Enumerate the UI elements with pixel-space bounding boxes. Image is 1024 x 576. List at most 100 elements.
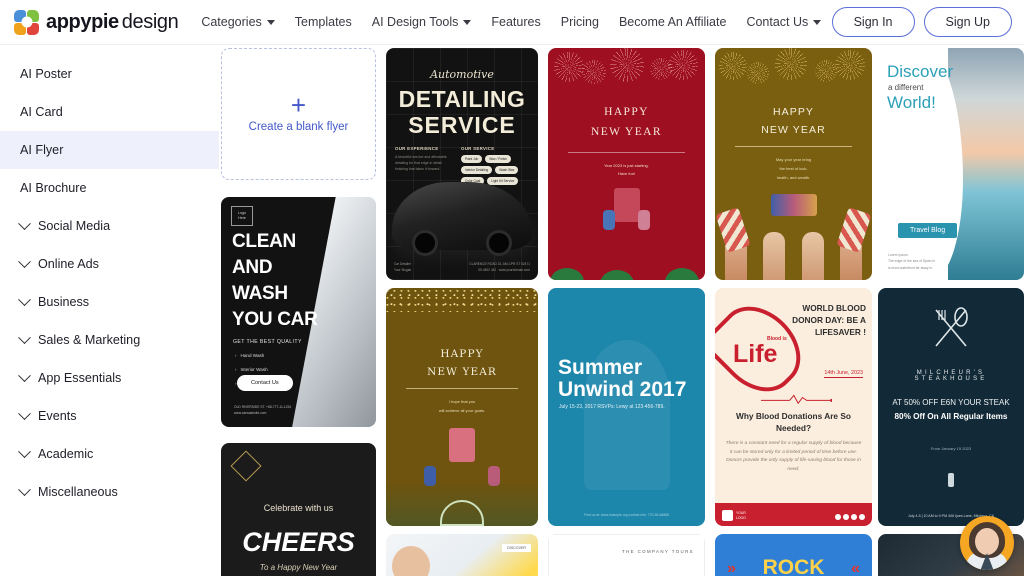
sign-up-button[interactable]: Sign Up [923, 7, 1012, 37]
nyg-body: May your year bring the best of luck, heal… [775, 157, 812, 180]
sidebar-item-label: AI Card [20, 105, 63, 119]
nav-label: Categories [201, 15, 262, 29]
cutlery-icon [935, 307, 968, 347]
automotive-experience-title: OUR EXPERIENCE [395, 146, 439, 151]
hand-illustration [763, 232, 785, 280]
sidebar-item-ai-card[interactable]: AI Card [0, 93, 219, 131]
carwash-line1: CLEAN [232, 231, 296, 252]
template-card-steakhouse[interactable]: MILCHEUR'S STEAKHOUSE AT 50% OFF E6N YOU… [878, 288, 1024, 526]
chevron-down-icon [18, 254, 31, 268]
cheers-headline: CHEERS [242, 527, 355, 557]
template-card-kid[interactable]: DISCOVER [386, 534, 538, 576]
nyg2-line1: HAPPY [440, 348, 484, 360]
brand-product: design [121, 10, 179, 33]
sidebar-item-business[interactable]: Business [0, 283, 219, 321]
sidebar-item-app-essentials[interactable]: App Essentials [0, 359, 219, 397]
nav-item-templates[interactable]: Templates [285, 9, 362, 35]
template-card-rock[interactable]: » ROCK « [715, 534, 872, 576]
sidebar-item-label: Academic [38, 447, 94, 461]
sidebar-item-label: AI Poster [20, 67, 72, 81]
template-card-new-year-gold2[interactable]: HAPPY NEW YEAR I hope that you will achie… [386, 288, 538, 526]
automotive-chip: Interior Detailing [461, 166, 493, 174]
avatar-face [975, 528, 999, 555]
brand-text: appypie design [46, 10, 179, 34]
sidebar-item-label: Miscellaneous [38, 485, 118, 499]
carwash-contact-button: Contact Us [237, 375, 293, 391]
chevron-down-icon [266, 19, 275, 25]
discover-tag: Travel Blog [898, 223, 958, 238]
nav-label: Features [491, 15, 541, 29]
template-card-company-tours[interactable]: THE COMPANY TOURS [548, 534, 705, 576]
sidebar-item-events[interactable]: Events [0, 397, 219, 435]
nav-item-features[interactable]: Features [481, 9, 550, 35]
sidebar-item-label: App Essentials [38, 371, 122, 385]
sidebar-item-academic[interactable]: Academic [0, 435, 219, 473]
hand-illustration [802, 232, 824, 280]
rock-word: ROCK [762, 556, 825, 576]
summer-details: July 15-23, 2017 RSVPs: Lewy at 123-456-… [559, 404, 665, 410]
sidebar-item-ai-flyer[interactable]: AI Flyer [0, 131, 219, 169]
template-card-car-wash[interactable]: Logo Here CLEAN AND WASH YOU CAR GET THE … [221, 197, 376, 427]
nav-item-contact-us[interactable]: Contact Us [736, 9, 831, 35]
heartbeat-icon [761, 394, 833, 404]
chevron-down-icon [813, 19, 822, 25]
category-sidebar: AI Poster AI Card AI Flyer AI Brochure S… [0, 45, 219, 576]
template-card-new-year-red[interactable]: HAPPY NEW YEAR Year 2023 is just startin… [548, 48, 705, 280]
sidebar-item-label: AI Flyer [20, 143, 64, 157]
summer-line2: Unwind 2017 [558, 378, 687, 401]
carwash-subtitle: GET THE BEST QUALITY [233, 339, 302, 345]
nav-label: AI Design Tools [371, 15, 459, 29]
template-card-discover[interactable]: Discover a different World! Travel Blog … [878, 48, 1024, 280]
blood-body: There is a constant need for a regular s… [725, 441, 862, 472]
automotive-chip: Paint Job [461, 155, 483, 163]
chevron-down-icon [18, 216, 31, 230]
carwash-line4: YOU CAR [232, 309, 318, 330]
chevron-down-icon [18, 292, 31, 306]
nav-label: Become An Affiliate [618, 15, 727, 29]
tours-title: THE COMPANY TOURS [621, 549, 694, 554]
template-card-blood-donor[interactable]: Blood is Life WORLD BLOOD DONOR DAY: BE … [715, 288, 872, 526]
carwash-line2: AND [232, 257, 273, 278]
sidebar-item-miscellaneous[interactable]: Miscellaneous [0, 473, 219, 511]
sidebar-item-label: Sales & Marketing [38, 333, 141, 347]
sidebar-item-ai-brochure[interactable]: AI Brochure [0, 169, 219, 207]
blood-heading: WORLD BLOOD DONOR DAY: BE A LIFESAVER ! [792, 303, 866, 338]
template-card-new-year-gold[interactable]: HAPPY NEW YEAR May your year bring the be… [715, 48, 872, 280]
nav-item-categories[interactable]: Categories [191, 9, 284, 35]
steakhouse-name: MILCHEUR'S STEAKHOUSE [914, 370, 988, 382]
automotive-chip: Light Kit Service [487, 177, 519, 185]
sidebar-item-social-media[interactable]: Social Media [0, 207, 219, 245]
template-card-summer[interactable]: Summer Unwind 2017 July 15-23, 2017 RSVP… [548, 288, 705, 526]
nyr-line1: HAPPY [604, 106, 649, 118]
automotive-chip: Wash Wax [495, 166, 519, 174]
sidebar-item-sales-and-marketing[interactable]: Sales & Marketing [0, 321, 219, 359]
blood-brand-logo: YOUR LOGO [722, 510, 746, 521]
nav-item-become-an-affiliate[interactable]: Become An Affiliate [609, 9, 736, 35]
nyg-line1: HAPPY [772, 106, 815, 118]
automotive-experience-body: A beautiful service and affordable detai… [395, 155, 447, 171]
leaf-illustration [550, 268, 584, 280]
support-avatar-button[interactable] [960, 516, 1014, 570]
sidebar-item-ai-poster[interactable]: AI Poster [0, 55, 219, 93]
sidebar-item-label: Social Media [38, 219, 111, 233]
steakhouse-date: From January 15 2023 [930, 446, 972, 451]
automotive-script: Automotive [430, 68, 494, 81]
discover-line3: World! [887, 93, 936, 112]
summer-footer: Find us at: www.example.org contact info… [584, 513, 669, 517]
automotive-service-title: OUR SERVICE [461, 146, 495, 151]
sign-in-button[interactable]: Sign In [831, 7, 915, 37]
blood-question: Why Blood Donations Are So Needed? [736, 411, 851, 434]
nav-item-ai-design-tools[interactable]: AI Design Tools [362, 9, 482, 35]
template-grid: + Create a blank flyer Logo Here CLEAN AN… [219, 45, 1024, 576]
brand-logo[interactable]: appypie design [0, 9, 179, 35]
social-icons [835, 514, 865, 520]
template-card-automotive[interactable]: Automotive DETAILING SERVICE OUR EXPERIE… [386, 48, 538, 280]
nav-item-pricing[interactable]: Pricing [551, 9, 609, 35]
template-card-cheers[interactable]: Celebrate with us CHEERS To a Happy New … [221, 443, 376, 576]
automotive-footer-left: Car Detailer Your Slogan [394, 262, 412, 273]
create-blank-flyer-card[interactable]: + Create a blank flyer [221, 48, 376, 180]
sidebar-item-online-ads[interactable]: Online Ads [0, 245, 219, 283]
nyg-line2: NEW YEAR [761, 124, 826, 136]
automotive-chip: Wax / Polish [485, 155, 511, 163]
nyr-body: Year 2023 is just starting. Have fun! [604, 163, 649, 177]
